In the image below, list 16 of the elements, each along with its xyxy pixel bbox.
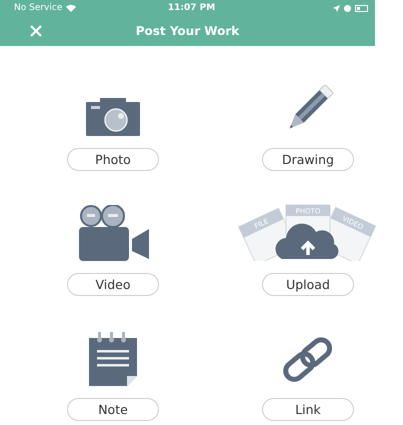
- option-button[interactable]: Upload: [262, 273, 354, 296]
- status-time: 11:07 PM: [168, 3, 216, 13]
- battery-icon: [355, 4, 369, 12]
- location-icon: [333, 4, 340, 12]
- option-button[interactable]: Photo: [67, 148, 159, 171]
- video-camera-icon: [77, 205, 149, 261]
- screen-title: Post Your Work: [136, 24, 240, 38]
- close-icon: [30, 25, 42, 37]
- wifi-icon: [66, 4, 76, 12]
- notepad-icon: [89, 332, 137, 386]
- option-button[interactable]: Drawing: [262, 148, 354, 171]
- option-button[interactable]: Link: [262, 398, 354, 421]
- option-button[interactable]: Video: [67, 273, 159, 296]
- camera-icon: [86, 96, 140, 136]
- option-button[interactable]: Note: [67, 398, 159, 421]
- carrier-text: No Service: [14, 3, 62, 13]
